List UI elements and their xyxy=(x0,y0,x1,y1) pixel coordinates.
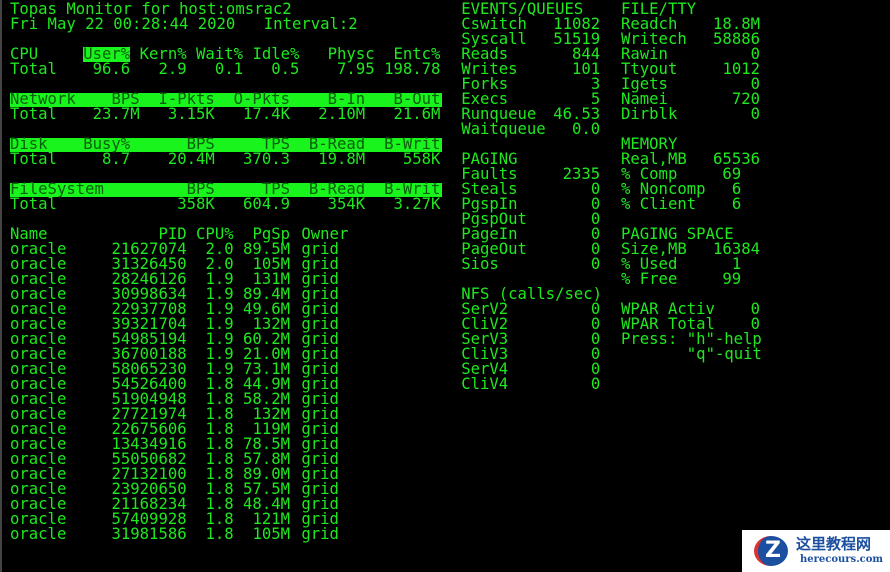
filesystem-value: 354K xyxy=(327,195,366,213)
process-cpu: 1.8 xyxy=(205,525,234,543)
process-name: oracle xyxy=(10,525,67,543)
disk-value: 370.3 xyxy=(243,150,290,168)
network-value: 2.10M xyxy=(318,105,366,123)
watermark-logo: Z 这里教程网 herecours.com xyxy=(742,530,890,572)
events-value: 0.0 xyxy=(572,120,601,138)
quit-hint: "q"-quit xyxy=(686,345,762,363)
logo-icon: Z xyxy=(754,536,788,566)
network-value: 21.6M xyxy=(393,105,441,123)
events-label: Waitqueue xyxy=(461,120,546,138)
cpu-value: 0.5 xyxy=(271,60,300,78)
topas-terminal[interactable]: Topas Monitor for host:omsrac2 Fri May 22… xyxy=(0,0,890,572)
memory-label: % Client xyxy=(621,195,697,213)
cpu-value: 7.95 xyxy=(337,60,375,78)
disk-value: 20.4M xyxy=(167,150,215,168)
watermark-en: herecours.com xyxy=(800,554,884,565)
cpu-value: 198.78 xyxy=(384,60,441,78)
process-pid: 31981586 xyxy=(111,525,187,543)
filesystem-value: 3.27K xyxy=(393,195,441,213)
process-pgsp: 105M xyxy=(252,525,290,543)
disk-value: 19.8M xyxy=(318,150,366,168)
filesystem-total-label: Total xyxy=(10,195,57,213)
cpu-value: 0.1 xyxy=(214,60,243,78)
paging-space-value: 99 xyxy=(722,270,742,288)
cpu-total-label: Total xyxy=(10,60,57,78)
nfs-value: 0 xyxy=(590,375,601,393)
filetty-label: Dirblk xyxy=(621,105,678,123)
paging-label: Sios xyxy=(461,255,499,273)
disk-total-label: Total xyxy=(10,150,57,168)
network-value: 23.7M xyxy=(92,105,140,123)
network-value: 3.15K xyxy=(167,105,215,123)
datetime: Fri May 22 00:28:44 2020 xyxy=(10,15,236,33)
interval: Interval:2 xyxy=(263,15,358,33)
cpu-value: 96.6 xyxy=(92,60,131,78)
disk-value: 558K xyxy=(402,150,441,168)
nfs-label: CliV4 xyxy=(461,375,509,393)
network-value: 17.4K xyxy=(243,105,290,123)
paging-space-label: % Free xyxy=(621,270,678,288)
process-owner: grid xyxy=(301,525,339,543)
paging-value: 0 xyxy=(590,255,601,273)
filetty-value: 0 xyxy=(750,105,760,123)
disk-header-bar xyxy=(10,138,443,152)
watermark-cn: 这里教程网 xyxy=(796,535,872,553)
disk-value: 8.7 xyxy=(102,150,131,168)
filesystem-value: 358K xyxy=(177,195,215,213)
network-total-label: Total xyxy=(10,105,57,123)
memory-value: 6 xyxy=(731,195,742,213)
cpu-value: 2.9 xyxy=(158,60,187,78)
filesystem-value: 604.9 xyxy=(243,195,290,213)
